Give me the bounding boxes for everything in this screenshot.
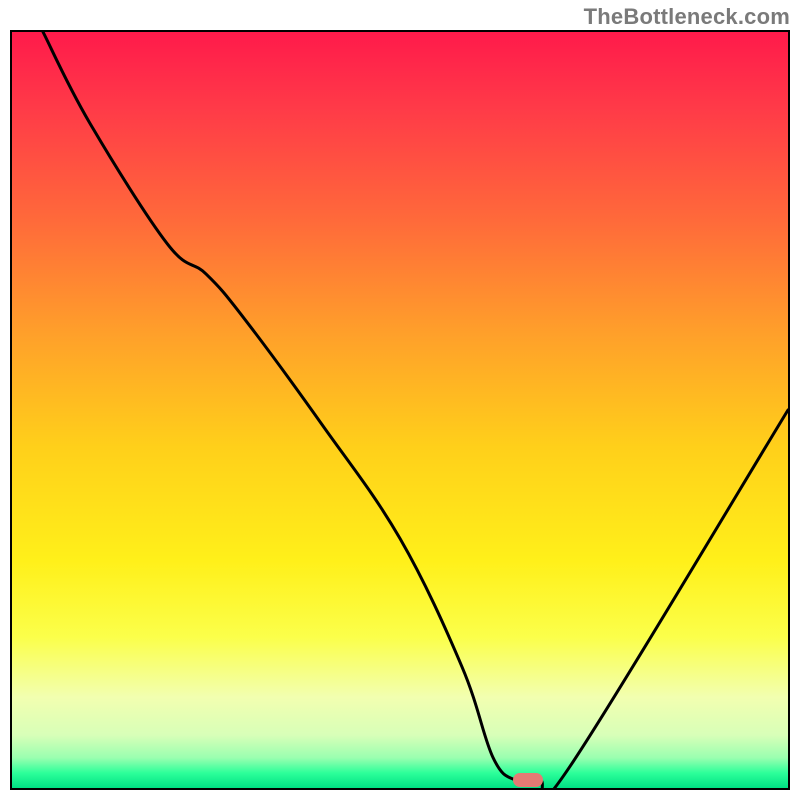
optimal-point-marker xyxy=(513,773,543,787)
watermark-text: TheBottleneck.com xyxy=(584,4,790,30)
plot-area xyxy=(10,30,790,790)
bottleneck-curve-path xyxy=(43,32,788,788)
curve-layer xyxy=(12,32,788,788)
bottleneck-chart: TheBottleneck.com xyxy=(0,0,800,800)
